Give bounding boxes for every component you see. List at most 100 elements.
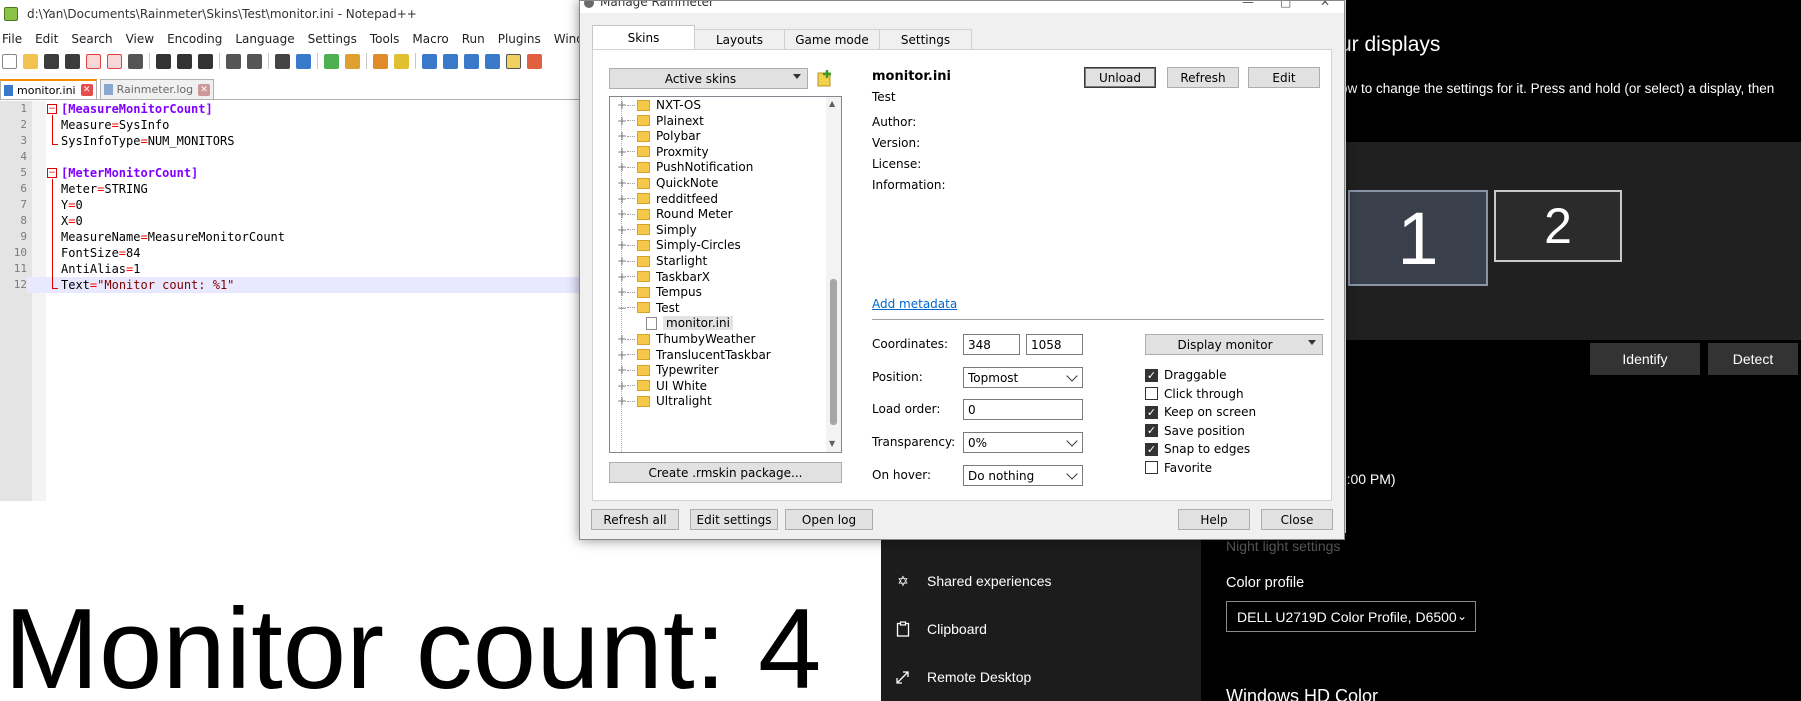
expand-icon[interactable]: + [617, 254, 627, 268]
expand-icon[interactable]: + [617, 332, 627, 346]
zoom-in-icon[interactable] [324, 53, 339, 69]
option-checkbox[interactable]: ✓ Draggable [1145, 368, 1226, 382]
option-checkbox[interactable]: Click through [1145, 387, 1244, 401]
undo-icon[interactable] [226, 53, 241, 69]
word-wrap-icon[interactable] [422, 53, 437, 69]
load-order-input[interactable]: 0 [963, 399, 1083, 420]
close-icon[interactable]: ✕ [1320, 1, 1330, 9]
expand-icon[interactable]: + [617, 270, 627, 284]
expand-icon[interactable]: + [617, 348, 627, 362]
close-file-icon[interactable] [86, 53, 101, 69]
zoom-out-icon[interactable] [345, 53, 360, 69]
monitor-count-skin-output[interactable]: Monitor count: 4 [4, 590, 821, 701]
tab-skins[interactable]: Skins [592, 25, 695, 50]
menu-file[interactable]: File [2, 32, 22, 46]
expand-icon[interactable]: + [617, 114, 627, 128]
paste-icon[interactable] [198, 53, 213, 69]
redo-icon[interactable] [247, 53, 262, 69]
option-checkbox[interactable]: ✓ Keep on screen [1145, 405, 1256, 419]
menu-encoding[interactable]: Encoding [167, 32, 222, 46]
tree-scrollbar[interactable]: ▲ ▼ [826, 97, 841, 452]
scrollbar-thumb[interactable] [830, 279, 837, 425]
save-all-icon[interactable] [65, 53, 80, 69]
new-file-icon[interactable] [2, 53, 17, 69]
sync-vertical-icon[interactable] [373, 53, 388, 69]
replace-icon[interactable] [296, 53, 311, 69]
expand-icon[interactable]: + [617, 363, 627, 377]
checkbox-unchecked-icon[interactable] [1145, 387, 1158, 400]
macro-record-icon[interactable] [527, 53, 542, 69]
code-line[interactable]: 8 X=0 [0, 213, 585, 229]
show-all-characters-icon[interactable] [443, 53, 458, 69]
code-line[interactable]: 7 Y=0 [0, 197, 585, 213]
menu-view[interactable]: View [126, 32, 154, 46]
option-checkbox[interactable]: ✓ Save position [1145, 424, 1245, 438]
unload-button[interactable]: Unload [1084, 67, 1156, 88]
open-file-icon[interactable] [23, 53, 38, 69]
tab-settings[interactable]: Settings [879, 29, 972, 50]
active-skins-dropdown[interactable]: Active skins [609, 68, 808, 89]
create-rmskin-package-button[interactable]: Create .rmskin package... [609, 462, 842, 483]
menu-tools[interactable]: Tools [370, 32, 400, 46]
print-icon[interactable] [128, 53, 143, 69]
cut-icon[interactable] [156, 53, 171, 69]
display-1-tile[interactable]: 1 [1348, 190, 1488, 286]
nav-item-clipboard[interactable]: Clipboard [895, 617, 987, 641]
collapse-icon[interactable]: − [617, 301, 627, 315]
identify-button[interactable]: Identify [1590, 343, 1700, 375]
refresh-all-button[interactable]: Refresh all [591, 509, 679, 530]
checkbox-checked-icon[interactable]: ✓ [1145, 368, 1158, 382]
code-line[interactable]: 2 Measure=SysInfo [0, 117, 585, 133]
expand-icon[interactable]: + [617, 394, 627, 408]
transparency-select[interactable]: 0% [963, 432, 1083, 453]
menu-macro[interactable]: Macro [412, 32, 448, 46]
checkbox-checked-icon[interactable]: ✓ [1145, 405, 1158, 419]
detect-button[interactable]: Detect [1708, 343, 1798, 375]
code-line[interactable]: 3 SysInfoType=NUM_MONITORS [0, 133, 585, 149]
scroll-down-icon[interactable]: ▼ [829, 439, 835, 448]
indent-guide-icon[interactable] [464, 53, 479, 69]
night-light-settings-link[interactable]: Night light settings [1226, 538, 1340, 554]
tab-rainmeter-log[interactable]: Rainmeter.log ✕ [99, 79, 215, 99]
code-line[interactable]: 5 [MeterMonitorCount] [0, 165, 585, 181]
display-2-tile[interactable]: 2 [1494, 190, 1622, 262]
code-line[interactable]: 11 AntiAlias=1 [0, 261, 585, 277]
save-icon[interactable] [44, 53, 59, 69]
maximize-icon[interactable]: □ [1280, 1, 1291, 9]
code-line[interactable]: 1 [MeasureMonitorCount] [0, 101, 585, 117]
tab-monitor-ini[interactable]: monitor.ini ✕ [0, 79, 97, 99]
menu-settings[interactable]: Settings [308, 32, 357, 46]
expand-icon[interactable]: + [617, 238, 627, 252]
code-line[interactable]: 6 Meter=STRING [0, 181, 585, 197]
code-line[interactable]: 4 [0, 149, 585, 165]
close-icon[interactable]: ✕ [198, 83, 211, 96]
rainmeter-title-bar[interactable]: Manage Rainmeter — □ ✕ [580, 1, 1344, 13]
expand-icon[interactable]: + [617, 98, 627, 112]
skin-folder-item[interactable]: + Ultralight [610, 392, 712, 410]
expand-icon[interactable]: + [617, 129, 627, 143]
nav-item-remote-desktop[interactable]: Remote Desktop [895, 665, 1031, 689]
menu-run[interactable]: Run [462, 32, 485, 46]
code-line[interactable]: 12 Text="Monitor count: %1" [0, 277, 585, 293]
coordinate-x-input[interactable]: 348 [963, 334, 1020, 355]
copy-icon[interactable] [177, 53, 192, 69]
code-editor[interactable]: 1 [MeasureMonitorCount] 2 Measure=SysInfo 3 S… [0, 101, 585, 293]
position-select[interactable]: Topmost [963, 367, 1083, 388]
open-log-button[interactable]: Open log [785, 509, 873, 530]
minimize-icon[interactable]: — [1242, 1, 1254, 9]
nav-item-shared-experiences[interactable]: ✡ Shared experiences [895, 569, 1051, 593]
scroll-up-icon[interactable]: ▲ [829, 99, 835, 108]
fold-collapse-icon[interactable]: − [47, 104, 57, 114]
menu-search[interactable]: Search [71, 32, 112, 46]
expand-icon[interactable]: + [617, 285, 627, 299]
checkbox-checked-icon[interactable]: ✓ [1145, 424, 1158, 437]
close-icon[interactable]: ✕ [80, 84, 93, 96]
tab-layouts[interactable]: Layouts [694, 29, 785, 50]
option-checkbox[interactable]: Favorite [1145, 461, 1212, 475]
expand-icon[interactable]: + [617, 160, 627, 174]
expand-icon[interactable]: + [617, 145, 627, 159]
expand-icon[interactable]: + [617, 176, 627, 190]
tab-game-mode[interactable]: Game mode [784, 29, 880, 50]
on-hover-select[interactable]: Do nothing [963, 465, 1083, 486]
skins-tree[interactable]: ▲ ▼ + NXT-OS + Plainext + Polybar + Proxmity + Pu… [609, 96, 842, 453]
